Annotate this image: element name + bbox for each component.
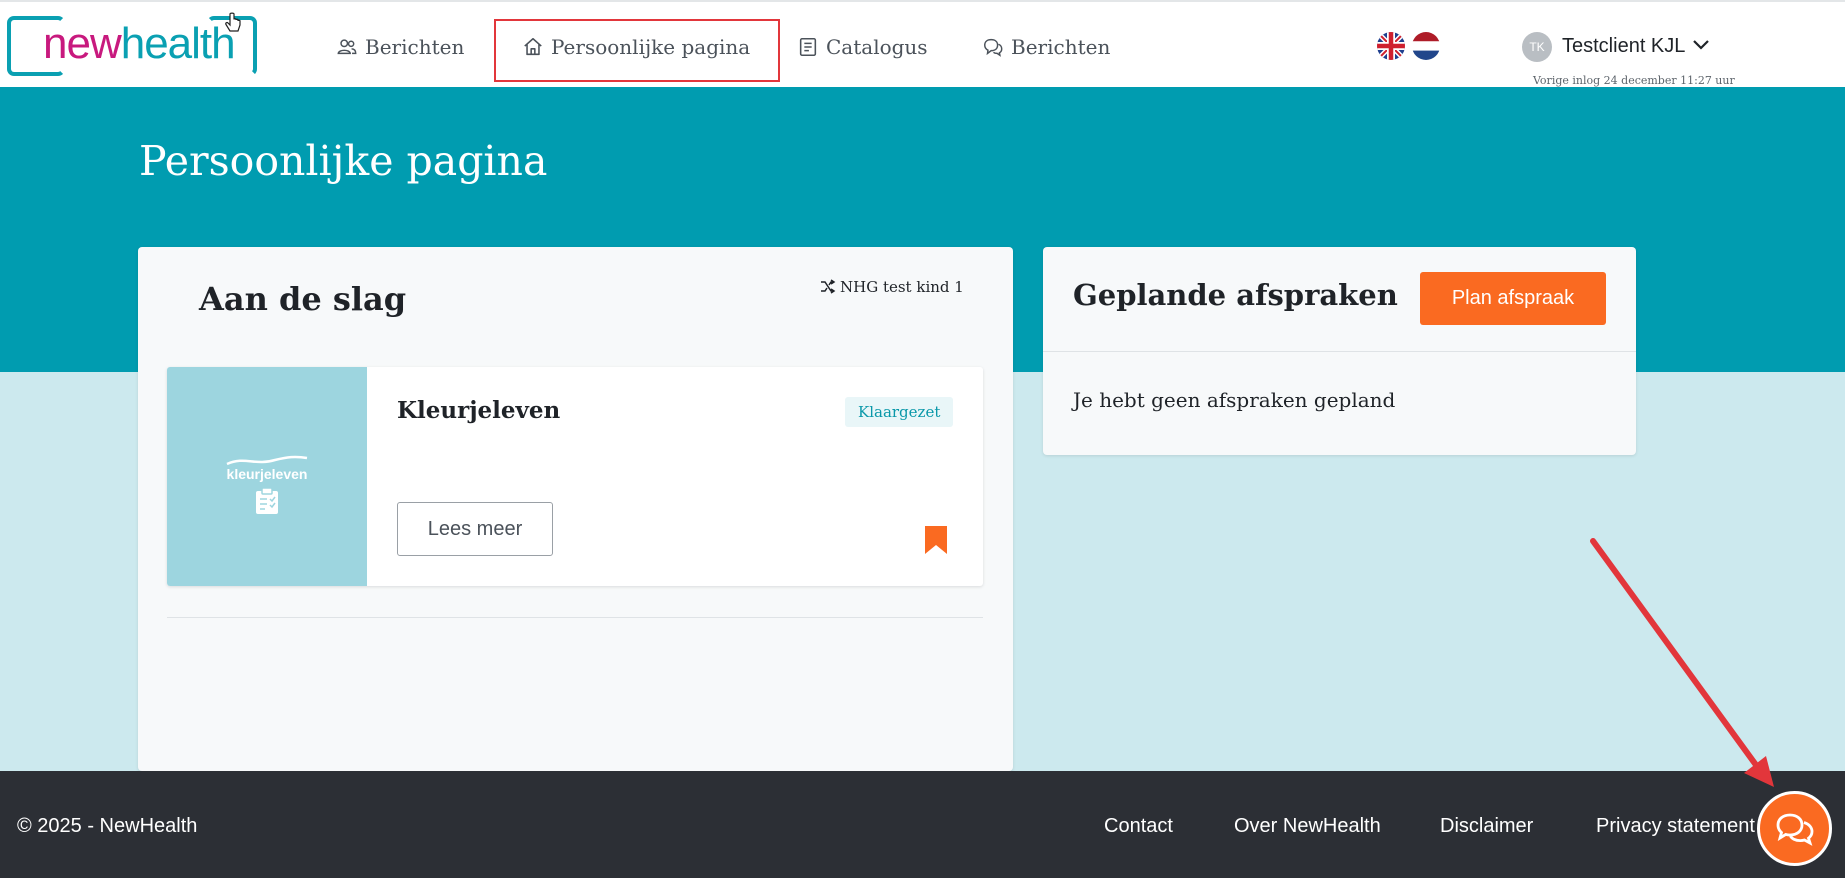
user-menu-name[interactable]: Testclient KJL [1562,35,1685,58]
module-image-brand: kleurjeleven [226,466,308,482]
module-title: Kleurjeleven [397,397,561,424]
nav-item-berichten-users[interactable]: Berichten [336,30,464,64]
child-selector-label: NHG test kind 1 [840,278,964,296]
last-login-text: Vorige inlog 24 december 11:27 uur [1533,74,1735,87]
shuffle-icon [821,279,836,294]
logo-new-text: new [43,19,122,68]
status-badge: Klaargezet [845,397,954,427]
copyright-text: © 2025 - NewHealth [17,815,198,837]
getting-started-card: Aan de slag NHG test kind 1 kleurjeleven… [138,247,1013,771]
clipboard-icon [256,487,278,514]
bookmark-icon[interactable] [924,525,948,555]
divider [167,617,983,618]
no-appointments-text: Je hebt geen afspraken gepland [1073,388,1396,412]
appointments-title: Geplande afspraken [1073,278,1398,312]
top-navigation-bar: newhealth Berichten Persoonlijke pagina … [0,0,1845,87]
newhealth-logo[interactable]: newhealth [7,16,257,78]
users-icon [337,39,357,55]
uk-flag-icon[interactable] [1377,32,1405,60]
hand-cursor-icon [225,12,241,32]
chat-launcher-button[interactable] [1757,791,1832,866]
child-selector[interactable]: NHG test kind 1 [820,278,964,296]
logo-wordmark: newhealth [43,19,236,68]
book-icon [799,37,817,57]
avatar[interactable]: TK [1522,32,1552,62]
chat-bubbles-icon [1776,813,1813,846]
chat-icon [984,38,1003,57]
logo-health-text: health [120,19,236,68]
plan-appointment-button[interactable]: Plan afspraak [1420,272,1606,325]
footer-link-over-newhealth[interactable]: Over NewHealth [1234,815,1381,838]
nav-item-label: Berichten [365,35,465,59]
nav-item-catalogus[interactable]: Catalogus [797,30,928,64]
getting-started-title: Aan de slag [199,280,407,318]
nl-flag-icon[interactable] [1412,32,1440,60]
module-image: kleurjeleven [167,367,367,586]
chevron-down-icon[interactable] [1692,38,1710,52]
page-title: Persoonlijke pagina [139,137,548,185]
footer-link-disclaimer[interactable]: Disclaimer [1440,815,1533,838]
footer: © 2025 - NewHealth Contact Over NewHealt… [0,771,1845,878]
module-card-kleurjeleven[interactable]: kleurjeleven Kleurjeleven Klaargezet Lee… [167,367,983,586]
nav-item-berichten-chat[interactable]: Berichten [982,30,1110,64]
footer-link-privacy-statement[interactable]: Privacy statement [1596,815,1755,838]
footer-link-contact[interactable]: Contact [1104,815,1173,838]
appointments-card: Geplande afspraken Plan afspraak Je hebt… [1043,247,1636,455]
nav-item-label: Berichten [1011,35,1111,59]
nav-item-label: Catalogus [826,35,928,59]
annotation-highlight-box [494,19,780,82]
avatar-initials: TK [1529,40,1545,54]
divider [1043,351,1636,352]
lees-meer-button[interactable]: Lees meer [397,502,553,556]
